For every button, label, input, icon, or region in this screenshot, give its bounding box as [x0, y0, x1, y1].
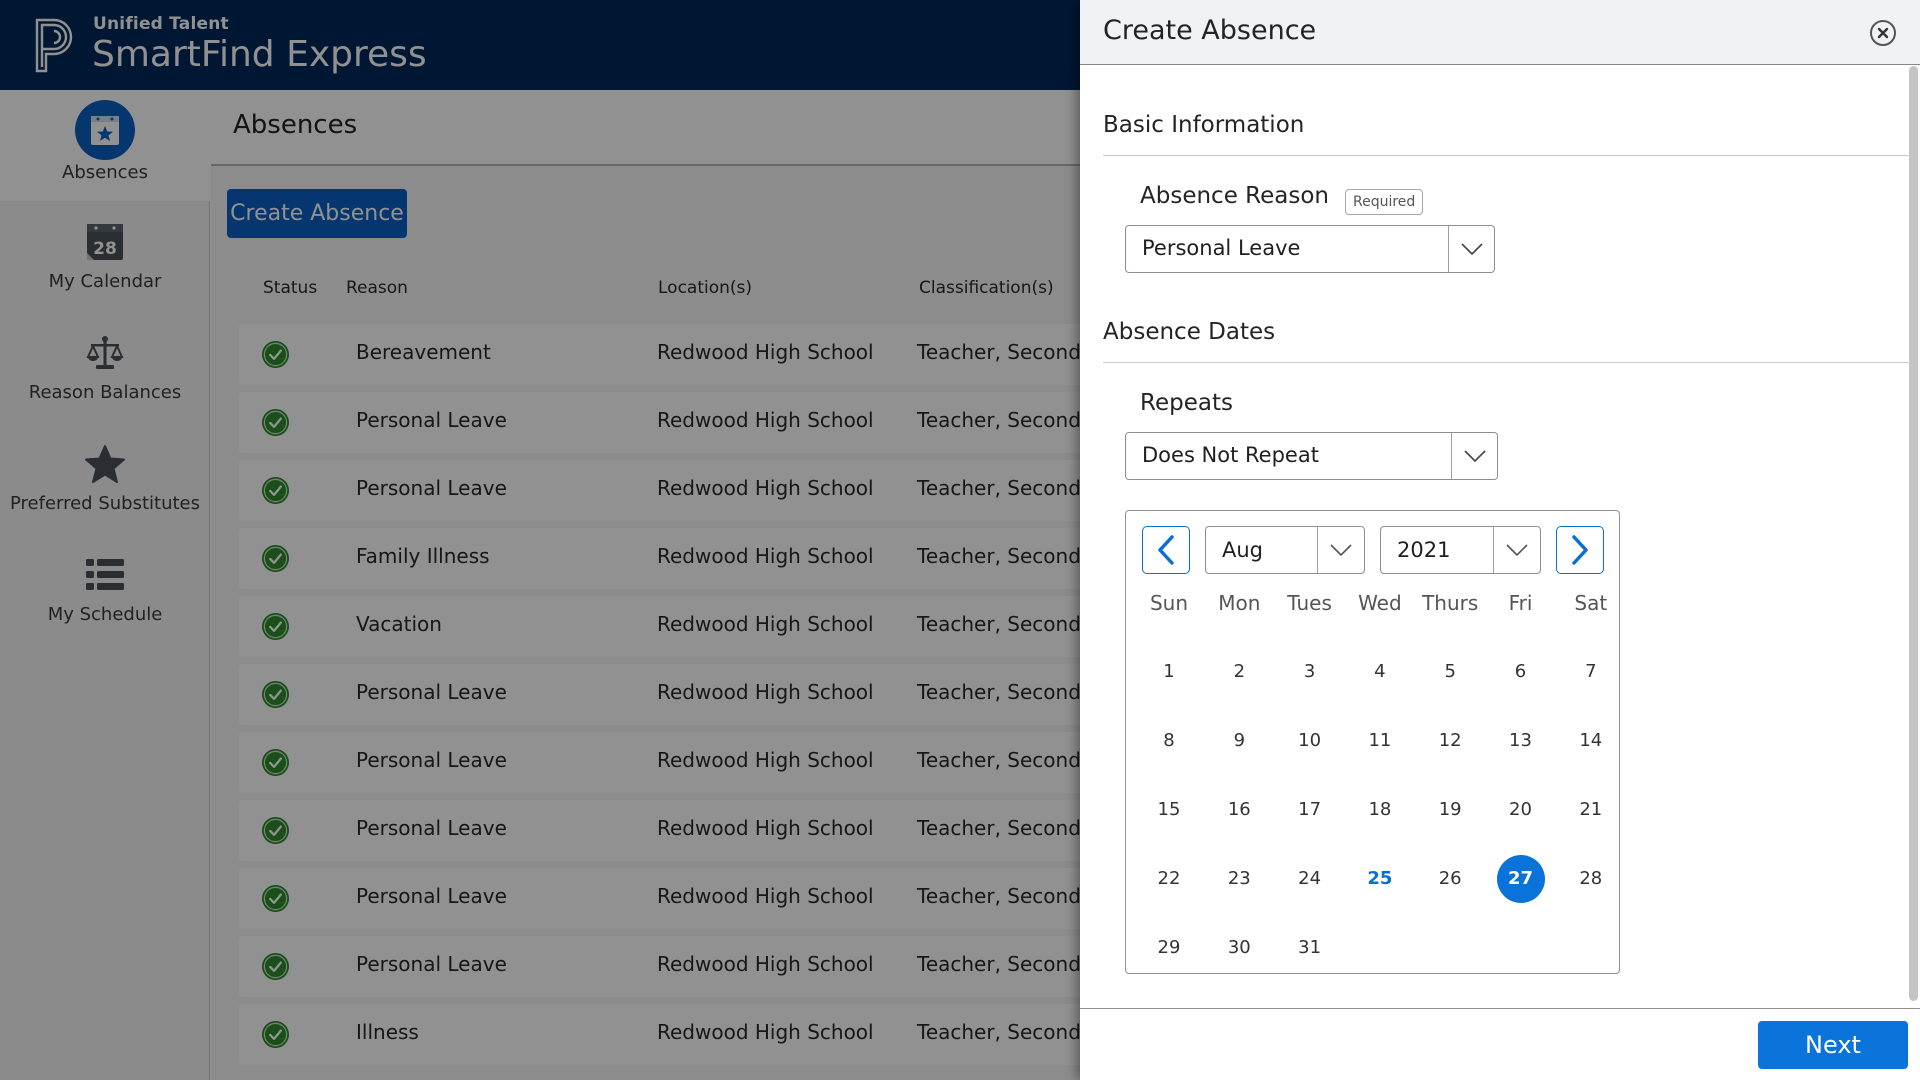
calendar-day[interactable]: 12	[1426, 717, 1474, 765]
section-title-basic-information: Basic Information	[1103, 112, 1305, 138]
chevron-down-icon[interactable]	[1493, 527, 1540, 573]
calendar-day[interactable]: 13	[1497, 717, 1545, 765]
calendar-day[interactable]: 3	[1286, 648, 1334, 696]
calendar-day[interactable]: 31	[1286, 924, 1334, 972]
drawer-scrollbar[interactable]	[1909, 66, 1918, 1001]
calendar-day[interactable]: 1	[1145, 648, 1193, 696]
calendar-day-today[interactable]: 25	[1356, 855, 1404, 903]
calendar-day[interactable]: 5	[1426, 648, 1474, 696]
drawer-footer: Next	[1080, 1008, 1920, 1080]
calendar-day[interactable]: 14	[1567, 717, 1615, 765]
calendar-day[interactable]: 4	[1356, 648, 1404, 696]
calendar-day[interactable]: 22	[1145, 855, 1193, 903]
weekday-header: Sat	[1574, 591, 1608, 615]
calendar-day[interactable]: 17	[1286, 786, 1334, 834]
calendar-day[interactable]: 11	[1356, 717, 1404, 765]
year-select[interactable]: 2021	[1380, 526, 1541, 574]
calendar-day[interactable]: 29	[1145, 924, 1193, 972]
chevron-left-icon	[1158, 535, 1174, 565]
repeats-value: Does Not Repeat	[1142, 443, 1319, 467]
previous-month-button[interactable]	[1142, 526, 1190, 574]
month-value: Aug	[1222, 538, 1264, 562]
absence-reason-value: Personal Leave	[1142, 236, 1301, 260]
absence-reason-select[interactable]: Personal Leave	[1125, 225, 1495, 273]
section-title-absence-dates: Absence Dates	[1103, 319, 1276, 345]
month-select[interactable]: Aug	[1205, 526, 1365, 574]
calendar-day[interactable]: 23	[1215, 855, 1263, 903]
next-button[interactable]: Next	[1758, 1021, 1908, 1069]
divider	[1103, 155, 1910, 156]
calendar-day[interactable]: 8	[1145, 717, 1193, 765]
calendar-day[interactable]: 24	[1286, 855, 1334, 903]
weekday-header: Thurs	[1422, 591, 1479, 615]
calendar-day[interactable]: 28	[1567, 855, 1615, 903]
drawer-title: Create Absence	[1103, 15, 1317, 46]
weekday-header: Tues	[1287, 591, 1332, 615]
divider	[1103, 362, 1910, 363]
repeats-label: Repeats	[1140, 390, 1233, 416]
weekday-header: Wed	[1358, 591, 1402, 615]
calendar-day[interactable]: 15	[1145, 786, 1193, 834]
chevron-down-icon[interactable]	[1317, 527, 1364, 573]
chevron-right-icon	[1572, 535, 1588, 565]
year-value: 2021	[1397, 538, 1451, 562]
calendar-day[interactable]: 26	[1426, 855, 1474, 903]
calendar-day[interactable]: 30	[1215, 924, 1263, 972]
drawer-header: Create Absence	[1080, 0, 1920, 65]
chevron-down-icon[interactable]	[1451, 433, 1497, 479]
close-button[interactable]	[1870, 20, 1896, 46]
weekday-header: Fri	[1508, 591, 1533, 615]
repeats-select[interactable]: Does Not Repeat	[1125, 432, 1498, 480]
calendar-day[interactable]: 20	[1497, 786, 1545, 834]
next-month-button[interactable]	[1556, 526, 1604, 574]
calendar-day[interactable]: 9	[1215, 717, 1263, 765]
close-icon	[1877, 27, 1889, 39]
calendar-day-selected[interactable]: 27	[1496, 855, 1545, 903]
calendar-day[interactable]: 2	[1215, 648, 1263, 696]
weekday-header: Mon	[1218, 591, 1261, 615]
calendar-day[interactable]: 19	[1426, 786, 1474, 834]
calendar-day[interactable]: 10	[1286, 717, 1334, 765]
absence-reason-label: Absence Reason	[1140, 183, 1329, 209]
chevron-down-icon[interactable]	[1448, 226, 1494, 272]
required-badge: Required	[1345, 189, 1424, 215]
calendar-day[interactable]: 16	[1215, 786, 1263, 834]
date-picker-calendar: Aug 2021 Sun Mon Tues Wed Thurs Fri Sat 123456…	[1125, 510, 1620, 974]
calendar-day[interactable]: 21	[1567, 786, 1615, 834]
calendar-day[interactable]: 6	[1497, 648, 1545, 696]
create-absence-drawer: Create Absence Basic Information Absence…	[1080, 0, 1920, 1080]
calendar-day[interactable]: 7	[1567, 648, 1615, 696]
weekday-header: Sun	[1149, 591, 1189, 615]
calendar-day[interactable]: 18	[1356, 786, 1404, 834]
